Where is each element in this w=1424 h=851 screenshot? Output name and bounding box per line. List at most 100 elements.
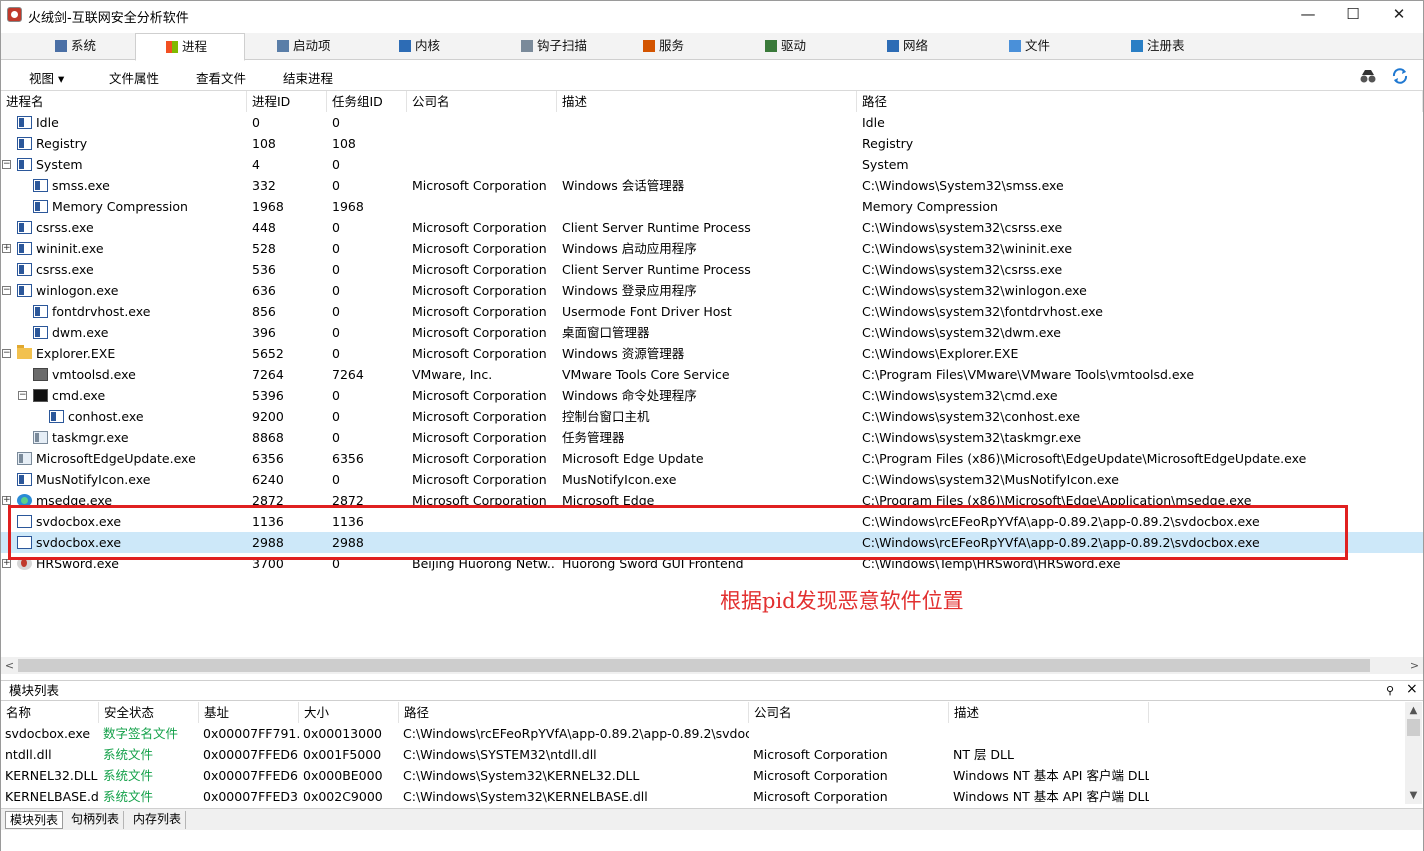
expand-icon[interactable]: + bbox=[2, 244, 11, 253]
scroll-thumb[interactable] bbox=[1407, 719, 1420, 736]
process-row[interactable]: csrss.exe 448 0 Microsoft Corporation Client… bbox=[1, 217, 1423, 238]
collapse-icon[interactable]: − bbox=[2, 160, 11, 169]
process-icon bbox=[33, 326, 48, 339]
process-row[interactable]: − cmd.exe 5396 0 Microsoft Corporation Window… bbox=[1, 385, 1423, 406]
process-row[interactable]: csrss.exe 536 0 Microsoft Corporation Client… bbox=[1, 259, 1423, 280]
view-menu-button[interactable]: 视图 ▾ bbox=[29, 68, 64, 87]
process-tgid: 0 bbox=[332, 409, 340, 424]
process-company: Microsoft Corporation bbox=[412, 388, 547, 403]
module-column-header[interactable]: 基址 bbox=[199, 702, 299, 723]
column-header[interactable]: 任务组ID bbox=[327, 91, 407, 112]
scroll-thumb[interactable] bbox=[18, 659, 1370, 672]
bottom-tab-1[interactable]: 句柄列表 bbox=[67, 811, 125, 829]
minimize-button[interactable]: — bbox=[1285, 1, 1331, 29]
process-row[interactable]: − winlogon.exe 636 0 Microsoft Corporation Wi… bbox=[1, 280, 1423, 301]
module-size: 0x001F5000 bbox=[303, 747, 382, 762]
process-path: C:\Program Files\VMware\VMware Tools\vmt… bbox=[862, 367, 1195, 382]
scroll-right-icon[interactable]: > bbox=[1406, 657, 1423, 674]
process-company: Microsoft Corporation bbox=[412, 262, 547, 277]
module-column-header[interactable]: 公司名 bbox=[749, 702, 949, 723]
process-row[interactable]: smss.exe 332 0 Microsoft Corporation Windows… bbox=[1, 175, 1423, 196]
process-pid: 856 bbox=[252, 304, 276, 319]
process-row[interactable]: + wininit.exe 528 0 Microsoft Corporation Win… bbox=[1, 238, 1423, 259]
process-tgid: 7264 bbox=[332, 367, 364, 382]
tab-9[interactable]: 注册表 bbox=[1101, 33, 1211, 60]
spy-icon[interactable] bbox=[1359, 67, 1377, 85]
vertical-scrollbar[interactable]: ▲ ▼ bbox=[1405, 702, 1422, 804]
end-process-button[interactable]: 结束进程 bbox=[283, 68, 333, 87]
pin-icon[interactable]: ⚲ bbox=[1386, 684, 1394, 697]
process-path: C:\Windows\System32\smss.exe bbox=[862, 178, 1064, 193]
process-desc: Microsoft Edge Update bbox=[562, 451, 704, 466]
refresh-icon[interactable] bbox=[1391, 67, 1409, 85]
bottom-tab-0[interactable]: 模块列表 bbox=[5, 811, 64, 829]
process-name: Memory Compression bbox=[52, 199, 188, 214]
system-icon bbox=[55, 40, 67, 52]
module-column-header[interactable]: 名称 bbox=[1, 702, 99, 723]
column-header[interactable]: 描述 bbox=[557, 91, 857, 112]
scroll-up-icon[interactable]: ▲ bbox=[1405, 702, 1422, 719]
tab-0[interactable]: 系统 bbox=[25, 33, 135, 60]
module-column-header[interactable]: 路径 bbox=[399, 702, 749, 723]
module-row[interactable]: KERNELBASE.dll 系统文件 0x00007FFED3... 0x002C9… bbox=[1, 786, 1405, 804]
module-size: 0x00013000 bbox=[303, 726, 382, 741]
scroll-left-icon[interactable]: < bbox=[1, 657, 18, 674]
process-name: vmtoolsd.exe bbox=[52, 367, 136, 382]
bottom-tab-2[interactable]: 内存列表 bbox=[129, 811, 187, 829]
maximize-button[interactable]: ☐ bbox=[1330, 1, 1376, 29]
file-properties-button[interactable]: 文件属性 bbox=[109, 68, 159, 87]
process-row[interactable]: taskmgr.exe 8868 0 Microsoft Corporation 任务管… bbox=[1, 427, 1423, 448]
process-row[interactable]: MicrosoftEdgeUpdate.exe 6356 6356 Microsoft… bbox=[1, 448, 1423, 469]
registry-icon bbox=[1131, 40, 1143, 52]
tab-label: 服务 bbox=[659, 38, 685, 53]
module-row[interactable]: svdocbox.exe 数字签名文件 0x00007FF791... 0x00013… bbox=[1, 723, 1405, 744]
process-row[interactable]: Idle 0 0 Idle bbox=[1, 112, 1423, 133]
process-icon bbox=[33, 305, 48, 318]
view-file-button[interactable]: 查看文件 bbox=[196, 68, 246, 87]
horizontal-scrollbar[interactable]: < > bbox=[1, 657, 1423, 674]
module-column-header[interactable]: 大小 bbox=[299, 702, 399, 723]
collapse-icon[interactable]: − bbox=[2, 349, 11, 358]
process-desc: 控制台窗口主机 bbox=[562, 409, 650, 424]
process-row[interactable]: vmtoolsd.exe 7264 7264 VMware, Inc. VMware T… bbox=[1, 364, 1423, 385]
tab-7[interactable]: 网络 bbox=[857, 33, 967, 60]
collapse-icon[interactable]: − bbox=[2, 286, 11, 295]
column-header[interactable]: 公司名 bbox=[407, 91, 557, 112]
process-row[interactable]: dwm.exe 396 0 Microsoft Corporation 桌面窗口管理器 C… bbox=[1, 322, 1423, 343]
tab-1[interactable]: 进程 bbox=[135, 33, 245, 61]
process-row[interactable]: conhost.exe 9200 0 Microsoft Corporation 控制台… bbox=[1, 406, 1423, 427]
process-row[interactable]: fontdrvhost.exe 856 0 Microsoft Corporation… bbox=[1, 301, 1423, 322]
process-row[interactable]: Memory Compression 1968 1968 Memory Compres… bbox=[1, 196, 1423, 217]
tab-8[interactable]: 文件 bbox=[979, 33, 1089, 60]
process-row[interactable]: − Explorer.EXE 5652 0 Microsoft Corporation W… bbox=[1, 343, 1423, 364]
process-path: Registry bbox=[862, 136, 914, 151]
process-path: C:\Windows\Explorer.EXE bbox=[862, 346, 1019, 361]
collapse-icon[interactable]: − bbox=[18, 391, 27, 400]
column-header[interactable]: 进程名 bbox=[1, 91, 247, 112]
expand-icon[interactable]: + bbox=[2, 496, 11, 505]
module-row[interactable]: KERNEL32.DLL 系统文件 0x00007FFED6... 0x000BE00… bbox=[1, 765, 1405, 786]
module-column-header[interactable]: 描述 bbox=[949, 702, 1149, 723]
tab-3[interactable]: 内核 bbox=[369, 33, 479, 60]
process-path: C:\Windows\system32\fontdrvhost.exe bbox=[862, 304, 1103, 319]
process-path: C:\Windows\system32\winlogon.exe bbox=[862, 283, 1087, 298]
column-header[interactable]: 进程ID bbox=[247, 91, 327, 112]
tab-4[interactable]: 钩子扫描 bbox=[491, 33, 601, 60]
column-header[interactable]: 路径 bbox=[857, 91, 1423, 112]
process-row[interactable]: − System 4 0 System bbox=[1, 154, 1423, 175]
tab-5[interactable]: 服务 bbox=[613, 33, 723, 60]
module-path: C:\Windows\System32\KERNELBASE.dll bbox=[403, 789, 648, 804]
process-row[interactable]: Registry 108 108 Registry bbox=[1, 133, 1423, 154]
process-name: Registry bbox=[36, 136, 88, 151]
expand-icon[interactable]: + bbox=[2, 559, 11, 568]
close-button[interactable]: ✕ bbox=[1376, 1, 1422, 29]
process-company: Microsoft Corporation bbox=[412, 325, 547, 340]
panel-close-icon[interactable]: × bbox=[1406, 681, 1418, 697]
tab-6[interactable]: 驱动 bbox=[735, 33, 845, 60]
process-path: Memory Compression bbox=[862, 199, 998, 214]
scroll-down-icon[interactable]: ▼ bbox=[1405, 787, 1422, 804]
tab-2[interactable]: 启动项 bbox=[247, 33, 357, 60]
module-row[interactable]: ntdll.dll 系统文件 0x00007FFED6... 0x001F5000 C:… bbox=[1, 744, 1405, 765]
process-row[interactable]: MusNotifyIcon.exe 6240 0 Microsoft Corporat… bbox=[1, 469, 1423, 490]
module-column-header[interactable]: 安全状态 bbox=[99, 702, 199, 723]
